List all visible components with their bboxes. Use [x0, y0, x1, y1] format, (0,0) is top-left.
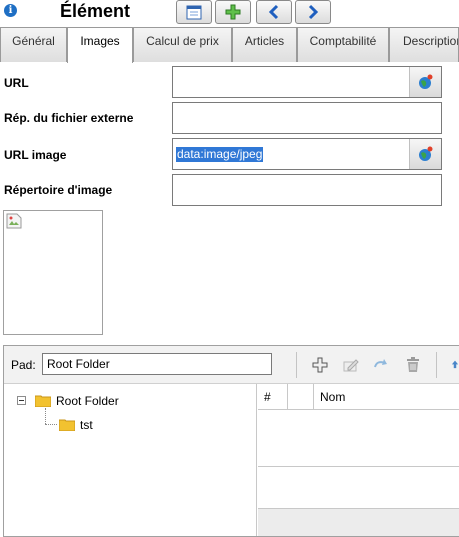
column-header-icon[interactable]: [288, 384, 314, 410]
globe-icon: [418, 74, 432, 89]
info-icon[interactable]: i: [4, 4, 17, 17]
calendar-icon: [186, 5, 202, 20]
external-dir-label: Rép. du fichier externe: [4, 111, 134, 125]
image-url-label: URL image: [4, 148, 67, 162]
tab-general[interactable]: Général: [0, 27, 67, 62]
tab-articles[interactable]: Articles: [232, 27, 297, 62]
image-url-value: data:image/jpeg: [176, 147, 264, 162]
url-field[interactable]: [172, 66, 442, 98]
grid-footer: [258, 508, 459, 536]
url-browse-button[interactable]: [409, 67, 441, 97]
tab-description[interactable]: Description: [389, 27, 459, 62]
grid-header: # Nom: [258, 384, 459, 410]
column-header-number[interactable]: #: [258, 384, 288, 410]
tree-connector: [45, 408, 46, 424]
upload-button[interactable]: [450, 356, 459, 374]
tree-node-label: tst: [80, 418, 93, 432]
toolbar-divider: [436, 352, 437, 378]
tree-node-root[interactable]: Root Folder: [35, 392, 119, 410]
column-header-name[interactable]: Nom: [314, 384, 459, 410]
folder-icon: [59, 419, 75, 431]
page-title: Élément: [60, 1, 131, 21]
folder-tree: Root Folder tst: [4, 384, 257, 536]
toolbar-divider: [296, 352, 297, 378]
image-url-field[interactable]: data:image/jpeg: [172, 138, 442, 170]
tree-node-child[interactable]: tst: [59, 416, 93, 434]
image-dir-field[interactable]: [172, 174, 442, 206]
globe-icon: [418, 146, 432, 161]
url-label: URL: [4, 76, 29, 90]
add-button[interactable]: [215, 0, 251, 24]
pad-input[interactable]: Root Folder: [42, 353, 272, 375]
tree-node-label: Root Folder: [56, 394, 119, 408]
tab-images[interactable]: Images: [67, 27, 133, 63]
rename-button[interactable]: [342, 356, 360, 374]
previous-arrow-icon: [268, 4, 279, 20]
tab-accounting[interactable]: Comptabilité: [297, 27, 389, 62]
image-url-browse-button[interactable]: [409, 139, 441, 169]
grid-divider: [258, 466, 459, 467]
delete-icon: [407, 357, 419, 372]
image-preview: [3, 210, 103, 335]
refresh-button[interactable]: [372, 356, 390, 374]
tab-price-calc[interactable]: Calcul de prix: [133, 27, 232, 62]
delete-button[interactable]: [404, 356, 422, 374]
header-bar: i Élément: [0, 0, 459, 26]
external-dir-field[interactable]: [172, 102, 442, 134]
folder-panel: Pad: Root Folder Root Folder tst # Nom: [3, 345, 459, 537]
next-button[interactable]: [295, 0, 331, 24]
upload-icon: [451, 360, 459, 369]
broken-image-icon: [6, 213, 22, 229]
folder-icon: [35, 395, 51, 407]
add-folder-icon: [312, 357, 328, 373]
pad-label: Pad:: [11, 358, 36, 372]
previous-button[interactable]: [256, 0, 292, 24]
tab-bar: Général Images Calcul de prix Articles C…: [0, 27, 459, 63]
tree-connector: [45, 424, 57, 425]
image-dir-label: Répertoire d'image: [4, 183, 113, 197]
folder-toolbar: Pad: Root Folder: [4, 346, 459, 384]
refresh-icon: [374, 359, 387, 368]
rename-icon: [343, 359, 359, 372]
calendar-button[interactable]: [176, 0, 212, 24]
collapse-toggle[interactable]: [17, 396, 26, 405]
next-arrow-icon: [308, 4, 319, 20]
add-icon: [225, 4, 241, 20]
add-folder-button[interactable]: [311, 356, 329, 374]
file-grid: # Nom: [258, 384, 459, 536]
